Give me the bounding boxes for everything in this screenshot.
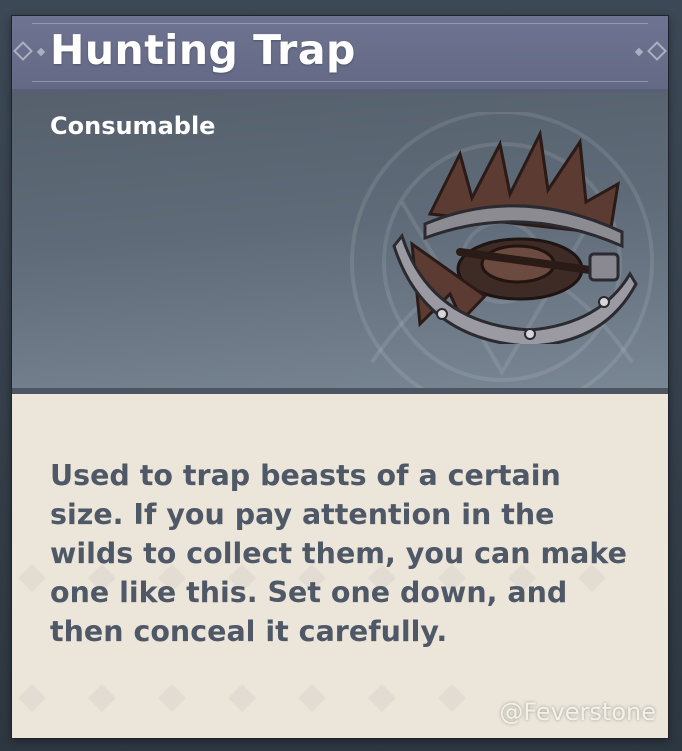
- left-diamond-ornament-icon: [13, 41, 33, 61]
- description-panel: Used to trap beasts of a certain size. I…: [12, 394, 668, 738]
- item-tooltip-card: Hunting Trap Consumable Used to trap bea…: [12, 16, 668, 738]
- watermark: @Feverstone: [499, 698, 656, 726]
- item-description: Used to trap beasts of a certain size. I…: [50, 459, 627, 648]
- right-diamond-ornament-icon: [647, 41, 667, 61]
- item-type: Consumable: [50, 112, 216, 140]
- title-bar: Hunting Trap: [12, 16, 668, 92]
- hunting-trap-icon: [392, 129, 638, 344]
- item-name: Hunting Trap: [50, 26, 356, 74]
- window-background: Hunting Trap Consumable Used to trap bea…: [0, 0, 682, 751]
